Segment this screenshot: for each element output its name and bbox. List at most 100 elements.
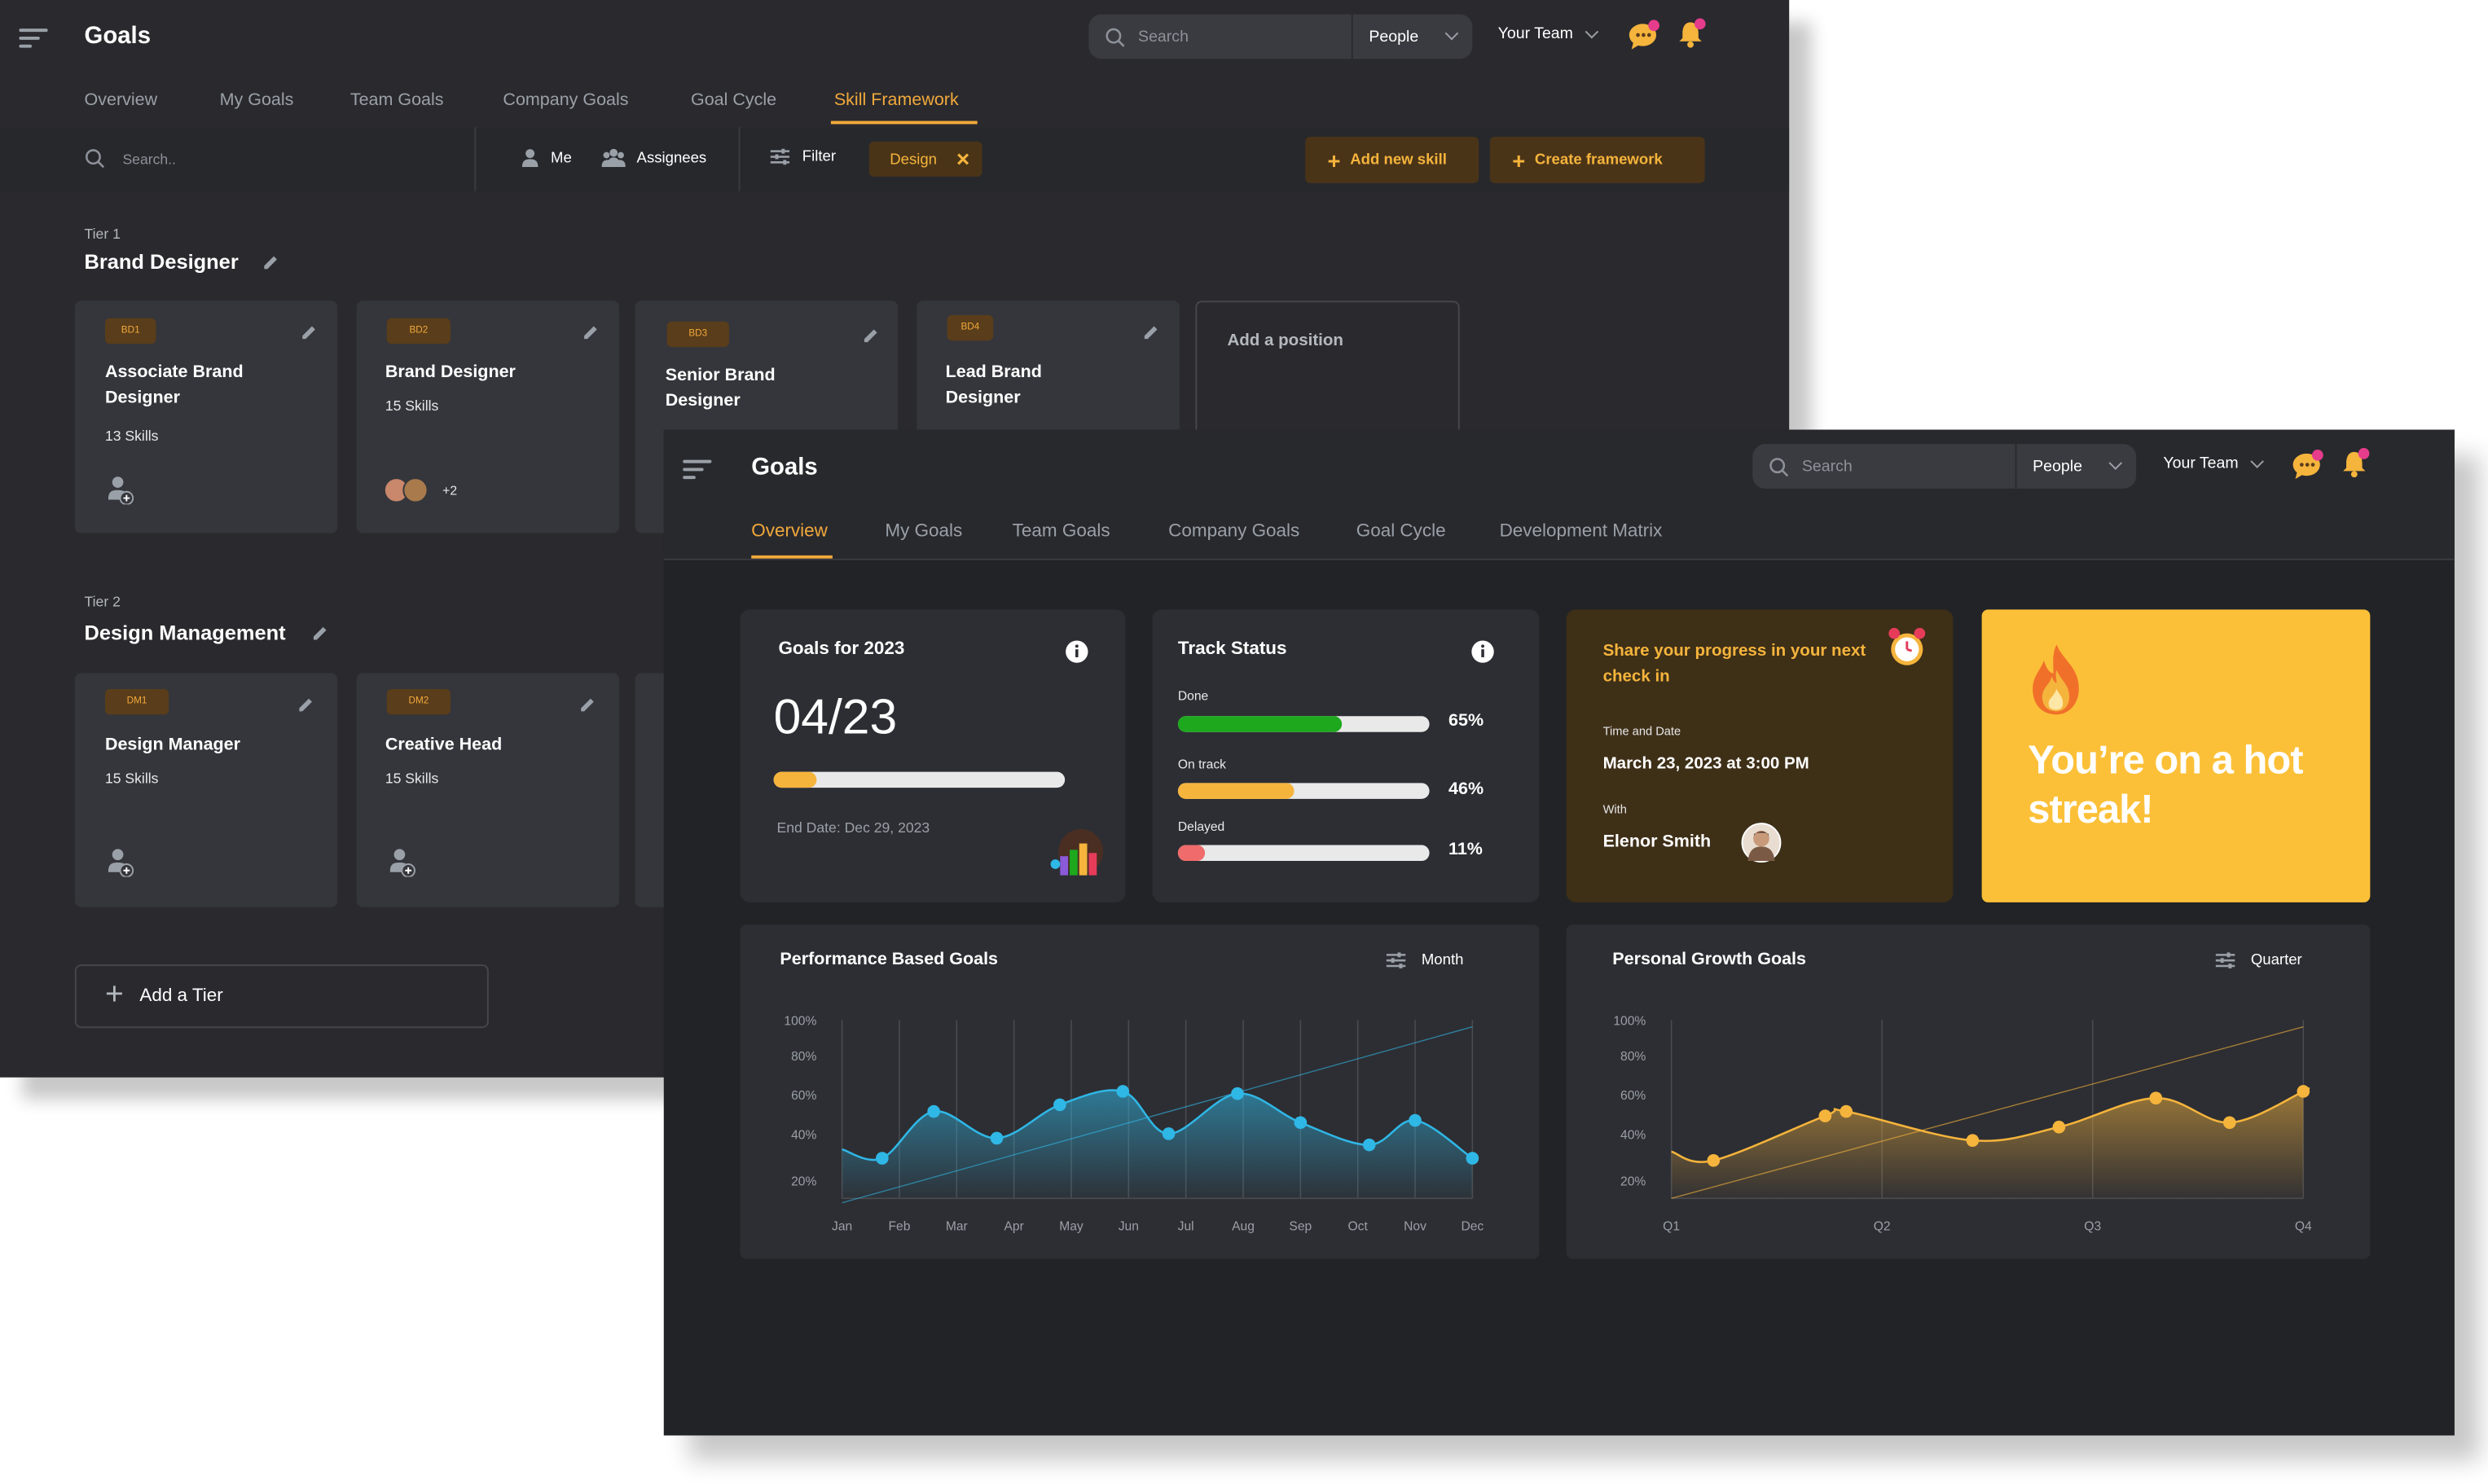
x-tick-label: Dec — [1461, 1219, 1484, 1233]
people-dropdown[interactable]: People — [2015, 444, 2137, 489]
edit-icon[interactable] — [297, 697, 314, 713]
x-tick-label: Feb — [888, 1219, 910, 1233]
y-tick-label: 20% — [791, 1174, 816, 1188]
tab-company-goals[interactable]: Company Goals — [503, 90, 628, 109]
tab-team-goals[interactable]: Team Goals — [350, 90, 444, 109]
edit-icon[interactable] — [579, 697, 596, 713]
series-area — [1671, 1088, 2309, 1199]
tab-team-goals[interactable]: Team Goals — [1013, 522, 1110, 541]
data-point[interactable] — [1294, 1116, 1308, 1130]
x-tick-label: Q1 — [1663, 1219, 1680, 1233]
status-label: On track — [1177, 757, 1226, 772]
edit-icon[interactable] — [582, 325, 599, 341]
position-card[interactable]: DM1 Design Manager 15 Skills — [74, 673, 338, 907]
data-point[interactable] — [1362, 1138, 1376, 1152]
search-icon — [1106, 27, 1125, 46]
assignees-label: Assignees — [636, 148, 707, 167]
team-dropdown[interactable]: Your Team — [2163, 454, 2265, 472]
info-icon[interactable] — [1065, 639, 1088, 663]
info-icon[interactable] — [1470, 639, 1494, 663]
data-point[interactable] — [1818, 1109, 1832, 1122]
assignees-filter[interactable]: Assignees — [601, 148, 707, 168]
status-label: Delayed — [1177, 819, 1225, 834]
team-dropdown[interactable]: Your Team — [1497, 24, 1599, 43]
y-tick-label: 100% — [1613, 1014, 1646, 1028]
filter-button[interactable]: Filter — [770, 147, 837, 166]
tab-goal-cycle[interactable]: Goal Cycle — [691, 90, 776, 109]
menu-icon[interactable] — [19, 29, 48, 48]
data-point[interactable] — [2222, 1116, 2236, 1130]
data-point[interactable] — [927, 1104, 940, 1118]
growth-area-chart: 100% 80% 60% 40% 20% Q1 Q2 Q3 Q4 — [1613, 1014, 2312, 1233]
y-tick-label: 80% — [1620, 1050, 1646, 1064]
data-point[interactable] — [1116, 1085, 1130, 1098]
y-tick-label: 60% — [791, 1089, 816, 1103]
chat-icon[interactable] — [1627, 19, 1662, 50]
data-point[interactable] — [990, 1131, 1004, 1145]
add-user-icon[interactable] — [108, 848, 134, 877]
close-icon[interactable] — [956, 153, 969, 166]
data-point[interactable] — [1231, 1087, 1244, 1100]
data-point[interactable] — [876, 1152, 889, 1165]
position-title: Lead Brand Designer — [945, 362, 1042, 408]
add-user-icon[interactable] — [108, 476, 134, 505]
add-tier-button[interactable]: + Add a Tier — [74, 964, 489, 1029]
data-point[interactable] — [1053, 1098, 1066, 1112]
bell-icon[interactable] — [1676, 17, 1708, 49]
tab-my-goals[interactable]: My Goals — [885, 522, 962, 541]
bell-icon[interactable] — [2340, 447, 2372, 479]
x-tick-label: May — [1059, 1219, 1084, 1233]
edit-icon[interactable] — [863, 328, 879, 345]
data-point[interactable] — [1162, 1127, 1176, 1140]
tab-goal-cycle[interactable]: Goal Cycle — [1356, 522, 1446, 541]
filter-label: Filter — [802, 147, 837, 166]
tab-company-goals[interactable]: Company Goals — [1168, 522, 1299, 541]
tab-overview[interactable]: Overview — [85, 90, 158, 109]
data-point[interactable] — [1409, 1113, 1422, 1127]
skills-count: 15 Skills — [385, 770, 439, 787]
tab-my-goals[interactable]: My Goals — [220, 90, 294, 109]
position-card[interactable]: BD1 Associate Brand Designer 13 Skills — [74, 301, 338, 533]
data-point[interactable] — [1707, 1153, 1721, 1167]
data-point[interactable] — [1966, 1134, 1980, 1147]
y-tick-label: 80% — [791, 1050, 816, 1064]
data-point[interactable] — [2297, 1085, 2310, 1098]
search-input[interactable]: Search — [1752, 444, 2015, 489]
design-filter-chip[interactable]: Design — [868, 141, 982, 177]
data-point[interactable] — [2052, 1120, 2066, 1134]
delayed-fill — [1177, 845, 1206, 862]
menu-icon[interactable] — [683, 459, 712, 480]
avatar — [1741, 823, 1782, 863]
tab-overview[interactable]: Overview — [751, 522, 828, 541]
card-title: Goals for 2023 — [778, 639, 905, 659]
add-new-skill-button[interactable]: + Add new skill — [1305, 137, 1479, 183]
on-track-fill — [1177, 783, 1294, 799]
search-placeholder: Search — [1138, 28, 1189, 46]
search-input[interactable]: Search — [1088, 14, 1352, 59]
create-framework-button[interactable]: + Create framework — [1489, 137, 1705, 183]
chat-icon[interactable] — [2291, 449, 2326, 481]
tab-skill-framework[interactable]: Skill Framework — [834, 90, 959, 109]
me-filter[interactable]: Me — [521, 148, 572, 168]
skills-count: 15 Skills — [104, 770, 159, 787]
position-card[interactable]: BD2 Brand Designer 15 Skills +2 — [356, 301, 620, 533]
add-user-icon[interactable] — [389, 848, 415, 877]
done-bar — [1177, 716, 1430, 732]
hot-streak-card: You’re on a hot streak! — [1981, 609, 2371, 902]
position-card[interactable]: DM2 Creative Head 15 Skills — [356, 673, 620, 907]
check-in-heading: Share your progress in your next check i… — [1602, 641, 1866, 687]
y-tick-label: 40% — [1620, 1128, 1646, 1142]
data-point[interactable] — [1466, 1152, 1479, 1165]
people-dropdown[interactable]: People — [1351, 14, 1473, 59]
edit-tier-icon[interactable] — [262, 255, 279, 271]
edit-tier-icon[interactable] — [312, 626, 328, 642]
edit-icon[interactable] — [301, 325, 317, 341]
with-label: With — [1602, 801, 1627, 817]
edit-icon[interactable] — [1143, 325, 1159, 341]
data-point[interactable] — [2149, 1091, 2163, 1105]
team-label: Your Team — [1497, 25, 1573, 43]
framework-search-input[interactable]: Search.. — [85, 148, 176, 169]
data-point[interactable] — [1840, 1104, 1853, 1118]
position-title: Associate Brand Designer — [104, 362, 244, 408]
tab-development-matrix[interactable]: Development Matrix — [1500, 522, 1663, 541]
